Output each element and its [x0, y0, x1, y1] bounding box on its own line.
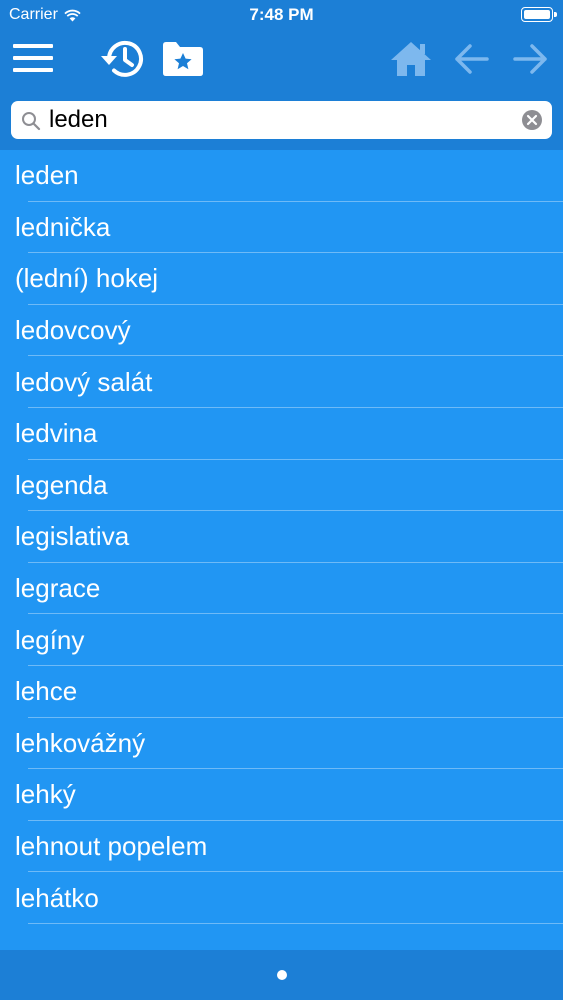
word-list: leden lednička (lední) hokej ledovcový l…	[0, 150, 563, 924]
list-item[interactable]: lednička	[0, 202, 563, 254]
list-item[interactable]: leden	[0, 150, 563, 202]
list-item[interactable]: ledový salát	[0, 356, 563, 408]
menu-button[interactable]	[12, 40, 54, 76]
list-item[interactable]: lehkovážný	[0, 718, 563, 770]
history-button[interactable]	[98, 36, 146, 82]
bottom-bar	[0, 950, 563, 1000]
list-item[interactable]: ledvina	[0, 408, 563, 460]
list-item[interactable]: lehký	[0, 769, 563, 821]
favorites-button[interactable]	[160, 38, 206, 80]
menu-icon	[13, 44, 53, 72]
page-indicator-dot	[277, 970, 287, 980]
list-item[interactable]: lehátko	[0, 872, 563, 924]
list-item[interactable]: lehnout popelem	[0, 821, 563, 873]
search-icon	[22, 112, 41, 131]
list-item[interactable]: legislativa	[0, 511, 563, 563]
back-button[interactable]	[450, 38, 492, 80]
clear-search-icon[interactable]	[522, 110, 542, 130]
search-bar	[11, 101, 552, 139]
forward-button[interactable]	[510, 38, 552, 80]
status-time: 7:48 PM	[249, 5, 314, 24]
list-item[interactable]: ledovcový	[0, 305, 563, 357]
list-item[interactable]: lehce	[0, 666, 563, 718]
list-item[interactable]: legrace	[0, 563, 563, 615]
search-input[interactable]	[49, 103, 509, 137]
history-icon	[101, 40, 143, 77]
home-button[interactable]	[388, 38, 434, 80]
battery-icon	[521, 7, 557, 22]
list-item[interactable]: legíny	[0, 614, 563, 666]
back-arrow-icon	[455, 44, 489, 74]
home-icon	[391, 42, 431, 76]
forward-arrow-icon	[513, 44, 547, 74]
list-item[interactable]: legenda	[0, 460, 563, 512]
status-bar: Carrier 7:48 PM	[0, 0, 563, 30]
list-item[interactable]: (lední) hokej	[0, 253, 563, 305]
favorites-folder-icon	[163, 42, 203, 76]
top-bar: Carrier 7:48 PM	[0, 0, 563, 150]
